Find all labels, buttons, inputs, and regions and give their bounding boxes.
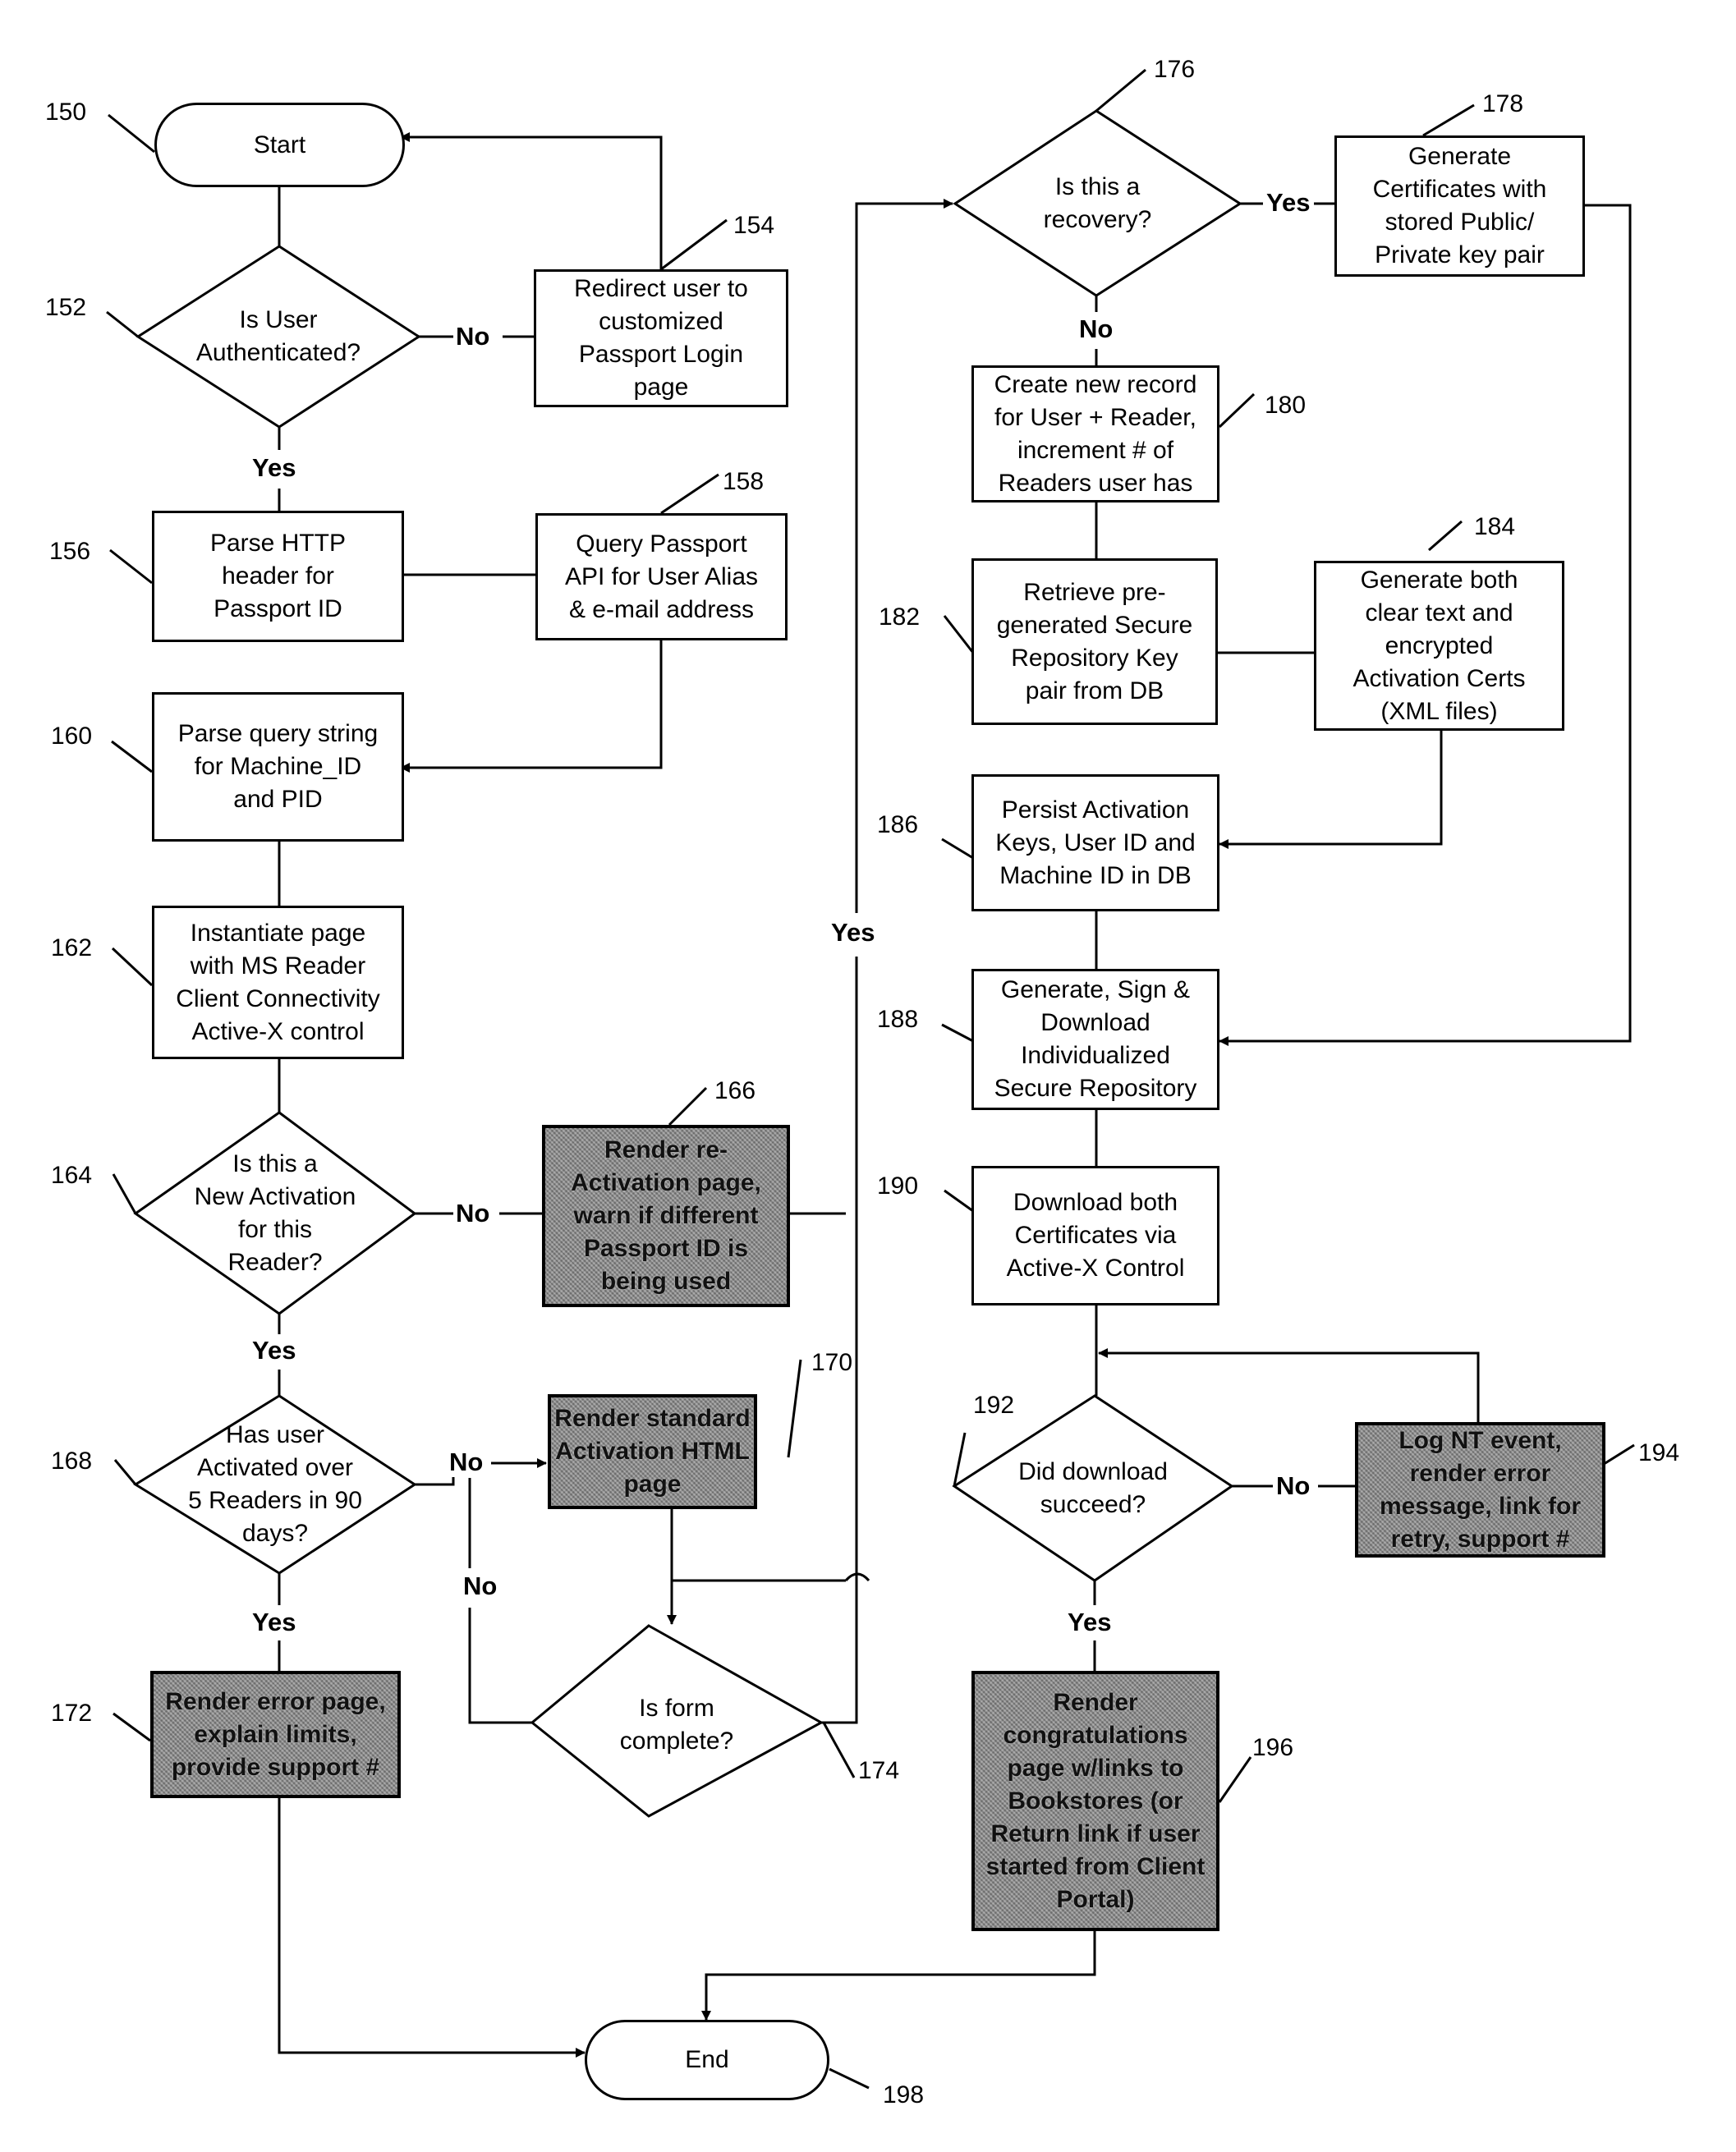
ref-190: 190 xyxy=(877,1172,919,1200)
edge-label-174-yes: Yes xyxy=(829,918,877,948)
ref-154: 154 xyxy=(733,212,775,239)
edge-label-174-no: No xyxy=(462,1572,499,1601)
edge-label-168-no: No xyxy=(448,1448,485,1477)
start-terminal: Start xyxy=(154,103,405,187)
ref-188: 188 xyxy=(877,1006,919,1033)
ref-194: 194 xyxy=(1638,1439,1680,1466)
node-text: Generate Certificates with stored Public… xyxy=(1372,143,1547,268)
edge-label-164-no: No xyxy=(454,1199,492,1228)
redirect-login-box: Redirect user to customized Passport Log… xyxy=(534,269,788,407)
edge-label-192-yes: Yes xyxy=(1066,1608,1114,1637)
download-certificates-box: Download both Certificates via Active-X … xyxy=(971,1166,1219,1305)
decision-text: Did download succeed? xyxy=(1018,1457,1168,1518)
render-standard-activation-box: Render standard Activation HTML page xyxy=(548,1394,757,1509)
decision-user-authenticated: Is User Authenticated? xyxy=(138,279,419,394)
ref-172: 172 xyxy=(51,1700,93,1727)
node-text: Persist Activation Keys, User ID and Mac… xyxy=(995,796,1196,889)
node-text: Parse HTTP header for Passport ID xyxy=(209,530,347,622)
node-text: Create new record for User + Reader, inc… xyxy=(994,370,1197,497)
ref-152: 152 xyxy=(45,294,87,321)
query-passport-api-box: Query Passport API for User Alias & e-ma… xyxy=(535,513,788,640)
ref-178: 178 xyxy=(1482,90,1524,117)
generate-secure-repository-box: Generate, Sign & Download Individualized… xyxy=(971,969,1219,1110)
ref-164: 164 xyxy=(51,1162,93,1189)
decision-text: Is this a New Activation for this Reader… xyxy=(194,1150,356,1276)
decision-text: Is form complete? xyxy=(619,1694,734,1755)
edge-label-152-no: No xyxy=(454,322,492,351)
ref-180: 180 xyxy=(1265,392,1307,419)
render-reactivation-box: Render re- Activation page, warn if diff… xyxy=(542,1125,790,1307)
node-text: Render re- Activation page, warn if diff… xyxy=(571,1136,761,1295)
node-text: Redirect user to customized Passport Log… xyxy=(574,275,748,401)
ref-176: 176 xyxy=(1154,56,1196,83)
node-text: Generate, Sign & Download Individualized… xyxy=(994,976,1197,1102)
ref-184: 184 xyxy=(1474,513,1516,540)
decision-text: Has user Activated over 5 Readers in 90 … xyxy=(188,1421,362,1547)
edge-label-176-yes: Yes xyxy=(1265,188,1312,218)
node-text: Download both Certificates via Active-X … xyxy=(1006,1189,1185,1282)
ref-198: 198 xyxy=(883,2081,925,2108)
ref-168: 168 xyxy=(51,1448,93,1475)
node-text: Render congratulations page w/links to B… xyxy=(985,1688,1206,1913)
end-terminal: End xyxy=(585,2020,829,2100)
retrieve-key-pair-box: Retrieve pre- generated Secure Repositor… xyxy=(971,558,1218,725)
node-text: Render standard Activation HTML page xyxy=(554,1405,751,1498)
ref-156: 156 xyxy=(49,538,91,565)
end-label: End xyxy=(685,2046,729,2073)
create-new-record-box: Create new record for User + Reader, inc… xyxy=(971,365,1219,502)
parse-http-header-box: Parse HTTP header for Passport ID xyxy=(152,511,404,642)
edge-label-152-yes: Yes xyxy=(250,453,298,483)
node-text: Instantiate page with MS Reader Client C… xyxy=(176,919,380,1045)
ref-186: 186 xyxy=(877,811,919,838)
decision-download-succeeded: Did download succeed? xyxy=(954,1453,1232,1523)
render-congratulations-box: Render congratulations page w/links to B… xyxy=(971,1671,1219,1931)
log-nt-event-box: Log NT event, render error message, link… xyxy=(1355,1422,1605,1558)
render-error-page-box: Render error page, explain limits, provi… xyxy=(150,1671,401,1798)
node-text: Log NT event, render error message, link… xyxy=(1379,1426,1582,1553)
decision-new-activation: Is this a New Activation for this Reader… xyxy=(135,1148,415,1279)
node-text: Retrieve pre- generated Secure Repositor… xyxy=(996,578,1193,704)
decision-text: Is User Authenticated? xyxy=(195,306,361,366)
ref-170: 170 xyxy=(811,1349,853,1376)
ref-192: 192 xyxy=(973,1392,1015,1419)
persist-activation-keys-box: Persist Activation Keys, User ID and Mac… xyxy=(971,774,1219,911)
generate-certificates-box: Generate Certificates with stored Public… xyxy=(1334,135,1585,277)
node-text: Generate both clear text and encrypted A… xyxy=(1353,566,1526,725)
node-text: Render error page, explain limits, provi… xyxy=(165,1687,386,1781)
ref-158: 158 xyxy=(723,468,765,495)
decision-is-recovery: Is this a recovery? xyxy=(955,168,1240,238)
ref-182: 182 xyxy=(879,603,921,631)
ref-174: 174 xyxy=(858,1757,900,1784)
ref-162: 162 xyxy=(51,934,93,961)
decision-text: Is this a recovery? xyxy=(1043,172,1152,233)
edge-label-168-yes: Yes xyxy=(250,1608,298,1637)
edge-label-164-yes: Yes xyxy=(250,1336,298,1365)
edge-label-192-no: No xyxy=(1274,1471,1312,1501)
decision-activated-over-5: Has user Activated over 5 Readers in 90 … xyxy=(135,1419,415,1550)
ref-196: 196 xyxy=(1252,1734,1294,1761)
ref-160: 160 xyxy=(51,723,93,750)
ref-166: 166 xyxy=(714,1077,756,1104)
node-text: Query Passport API for User Alias & e-ma… xyxy=(564,530,759,623)
ref-150: 150 xyxy=(45,99,87,126)
instantiate-page-box: Instantiate page with MS Reader Client C… xyxy=(152,906,404,1059)
decision-form-complete: Is form complete? xyxy=(532,1690,821,1760)
start-label: Start xyxy=(253,131,306,158)
parse-query-string-box: Parse query string for Machine_ID and PI… xyxy=(152,692,404,842)
node-text: Parse query string for Machine_ID and PI… xyxy=(177,720,379,813)
edge-label-176-no: No xyxy=(1077,314,1115,344)
generate-activation-certs-box: Generate both clear text and encrypted A… xyxy=(1314,561,1564,731)
